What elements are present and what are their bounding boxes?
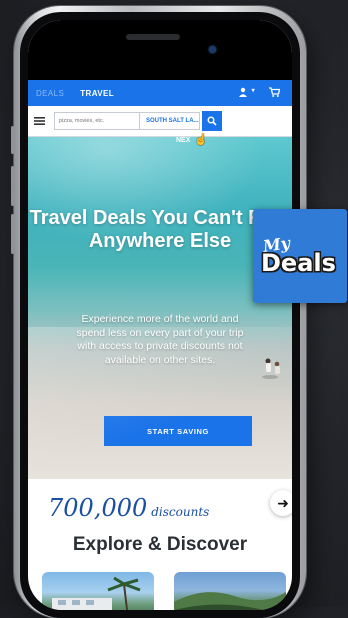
phone-side-button [11,126,14,154]
overlay-text: NEX [176,137,191,144]
arrow-right-icon[interactable]: ➜ [270,490,292,516]
explore-title: Explore & Discover [72,534,248,555]
top-nav: DEALS TRAVEL ▾ [28,80,292,106]
phone-side-button [11,214,14,254]
discount-count-word: discounts [151,505,210,519]
search-button[interactable] [202,111,222,131]
logo-deals-text: Deals [261,249,336,277]
chevron-down-icon[interactable]: ▾ [252,87,255,99]
phone-side-button [11,166,14,206]
nav-icons: ▾ [238,87,292,99]
hero-subtext: Experience more of the world and spend l… [76,313,244,366]
earpiece-speaker [126,34,180,40]
tab-travel[interactable]: TRAVEL [72,89,122,98]
menu-icon[interactable] [28,117,50,125]
status-area [28,20,292,80]
search-input[interactable] [54,112,140,130]
tab-deals[interactable]: DEALS [28,89,72,98]
discount-count: 700,000 discounts [48,494,209,522]
hills-image [174,592,286,610]
search-bar: SOUTH SALT LA... [28,106,292,137]
user-icon[interactable] [238,87,248,99]
palm-tree-image [52,576,141,610]
discount-count-number: 700,000 [48,494,148,522]
hero-banner: NEX ☝ Travel Deals You Can't Find Anywhe… [28,134,292,479]
location-field[interactable]: SOUTH SALT LA... [140,112,200,130]
mydeals-logo: My Deals [253,209,347,303]
start-saving-button[interactable]: START SAVING [104,416,252,446]
destination-card[interactable] [174,572,286,610]
beach-people-image [262,358,280,379]
cart-icon[interactable] [269,87,281,99]
phone-screen: DEALS TRAVEL ▾ SOUTH SALT LA... [28,20,292,610]
search-icon [207,116,217,126]
cursor-icon: ☝ [194,134,208,146]
phone-frame: DEALS TRAVEL ▾ SOUTH SALT LA... [11,6,306,618]
phone-bezel: DEALS TRAVEL ▾ SOUTH SALT LA... [20,12,300,618]
destination-card[interactable] [42,572,154,610]
front-camera [209,46,216,53]
